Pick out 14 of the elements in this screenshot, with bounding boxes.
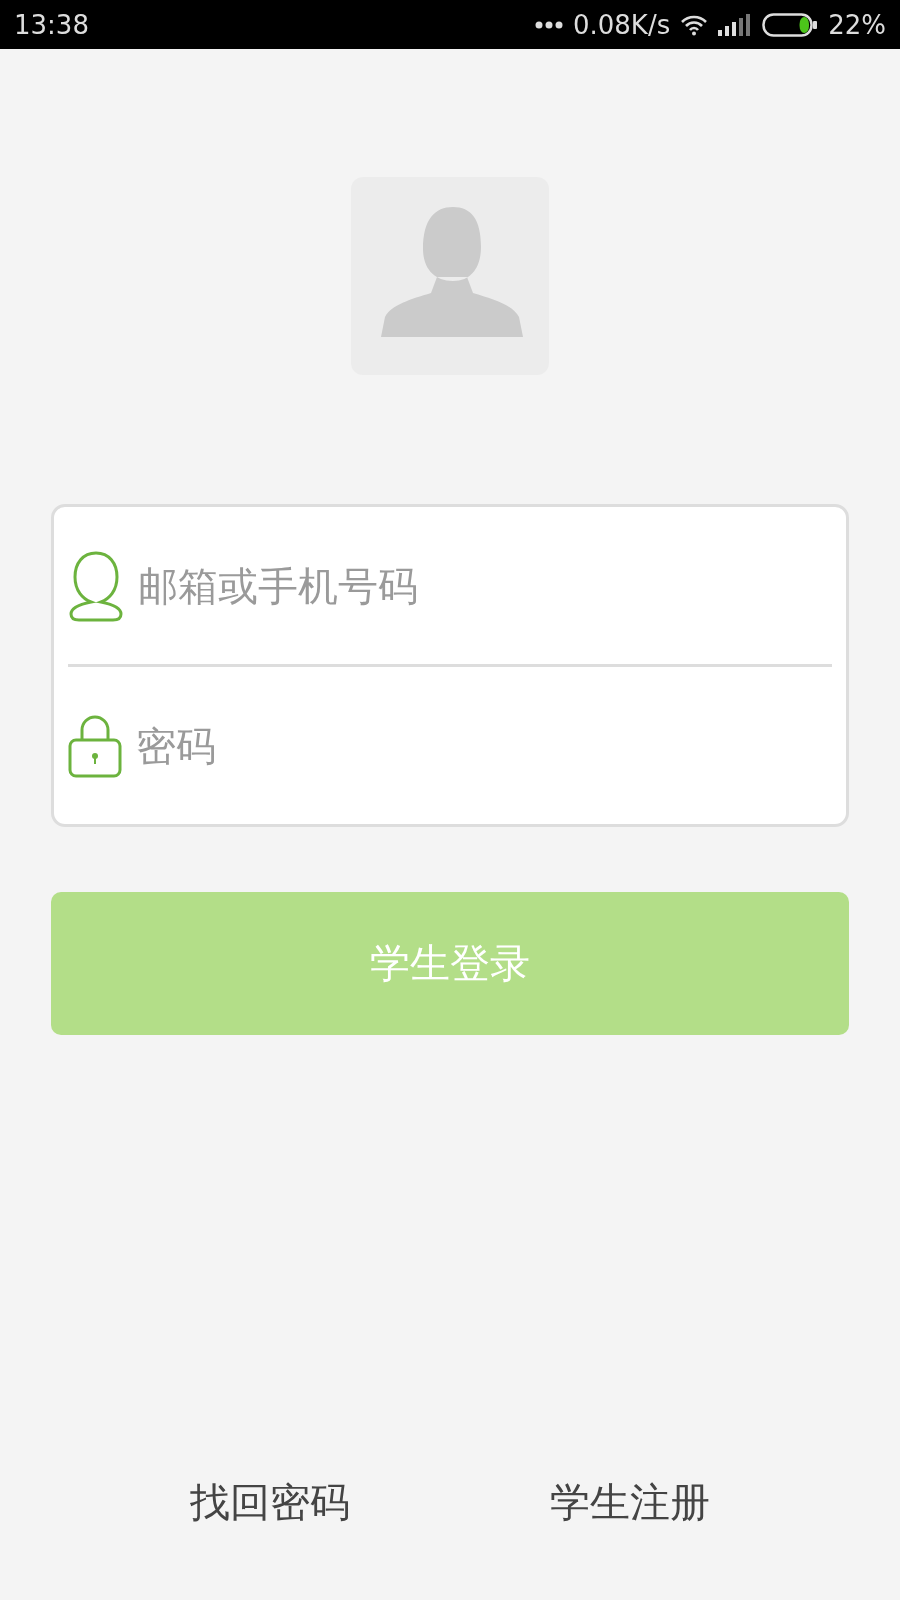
register-link[interactable]: 学生注册 <box>550 1475 710 1530</box>
password-field[interactable]: 密码 <box>134 721 832 770</box>
avatar-placeholder-icon <box>351 177 549 375</box>
clock-time: 13:38 <box>14 9 89 40</box>
more-dots-icon <box>534 20 563 29</box>
signal-icon <box>718 13 753 36</box>
recover-password-link[interactable]: 找回密码 <box>190 1475 350 1530</box>
battery-icon <box>762 12 819 37</box>
person-outline-icon <box>68 549 124 622</box>
account-field[interactable]: 邮箱或手机号码 <box>136 561 832 610</box>
padlock-icon <box>68 713 122 778</box>
wifi-icon <box>680 13 709 36</box>
network-speed: 0.08K/s <box>572 9 671 40</box>
battery-percent: 22% <box>828 9 886 40</box>
